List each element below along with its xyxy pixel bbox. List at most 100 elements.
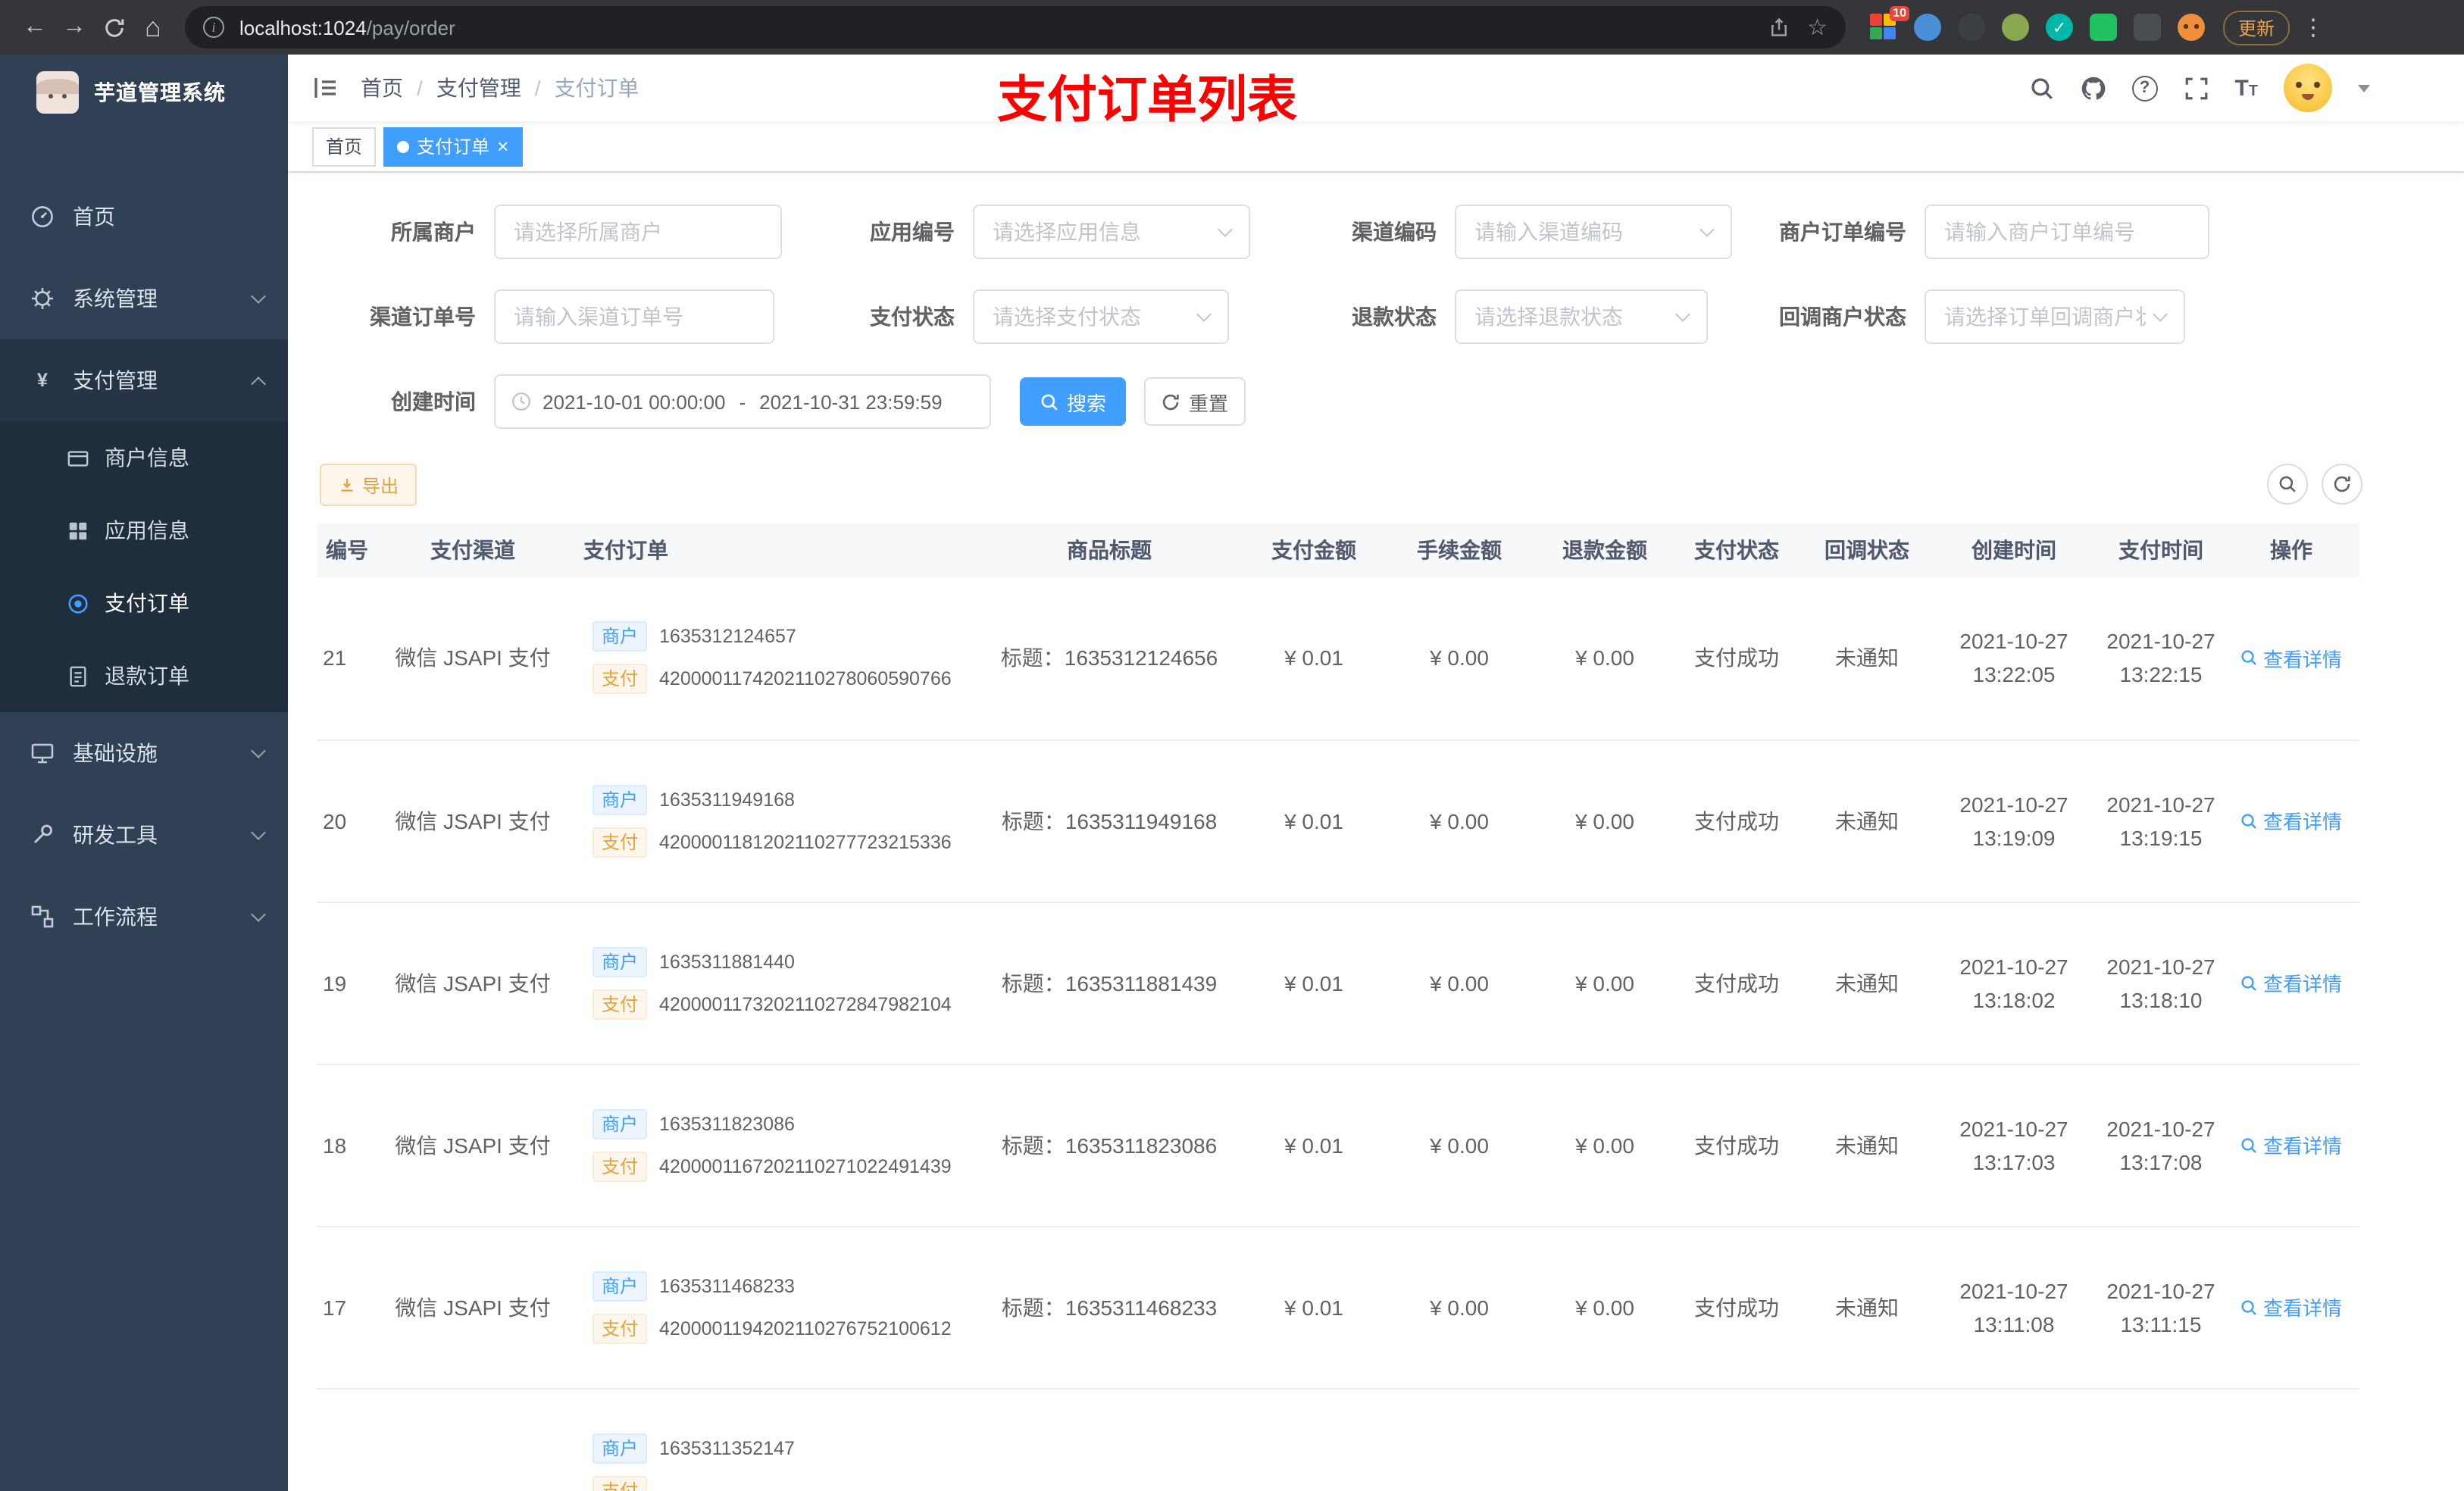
create-time-range-input[interactable]: 2021-10-01 00:00:00-2021-10-31 23:59:59 xyxy=(494,374,991,429)
extension-check-icon[interactable]: ✓ xyxy=(2046,14,2073,41)
action-cell: 查看详情 xyxy=(2223,1064,2359,1227)
channel-order-no-input[interactable]: 请输入渠道订单号 xyxy=(494,289,774,344)
help-icon[interactable]: ? xyxy=(2131,75,2158,101)
active-dot xyxy=(397,140,410,152)
chevron-down-icon[interactable] xyxy=(2358,84,2370,92)
merchant-order-no-input[interactable]: 请输入商户订单编号 xyxy=(1925,205,2209,259)
callback-status-select[interactable]: 请选择订单回调商户状态 xyxy=(1925,289,2185,344)
refund-amount-cell: ¥ 0.00 xyxy=(1541,739,1668,902)
view-detail-link[interactable]: 查看详情 xyxy=(2240,644,2342,673)
chevron-down-icon xyxy=(1675,307,1690,322)
placeholder-text: 请选择应用信息 xyxy=(993,220,1141,244)
sidebar-item-refund-order[interactable]: 退款订单 xyxy=(0,639,288,712)
close-icon[interactable]: × xyxy=(497,136,508,156)
browser-home-icon[interactable]: ⌂ xyxy=(133,8,173,47)
fullscreen-icon[interactable] xyxy=(2183,75,2209,101)
create-time-cell: 2021-10-27 13:17:03 xyxy=(1929,1064,2099,1227)
column-header-6: 退款金额 xyxy=(1541,523,1668,577)
sidebar-item-app-info[interactable]: 应用信息 xyxy=(0,494,288,567)
app-title: 芋道管理系统 xyxy=(94,80,226,105)
url-text[interactable]: localhost:1024/pay/order xyxy=(239,16,1768,39)
sidebar-item-merchant-info[interactable]: 商户信息 xyxy=(0,421,288,494)
chrome-update-button[interactable]: 更新 xyxy=(2223,10,2290,45)
merchant-input[interactable]: 请选择所属商户 xyxy=(494,205,782,259)
view-detail-link[interactable]: 查看详情 xyxy=(2240,1130,2342,1159)
search-button[interactable]: 搜索 xyxy=(1020,377,1126,426)
view-detail-link[interactable]: 查看详情 xyxy=(2240,806,2342,835)
sidebar-fold-icon[interactable] xyxy=(312,74,339,102)
column-header-7: 支付状态 xyxy=(1668,523,1805,577)
browser-back-icon[interactable]: ← xyxy=(15,8,55,47)
channel-code-label: 渠道编码 xyxy=(1352,220,1437,244)
pay-status-label: 支付状态 xyxy=(870,305,955,329)
browser-menu-icon[interactable]: ⋮ xyxy=(2302,14,2325,41)
browser-forward-icon[interactable]: → xyxy=(55,8,94,47)
pay-amount-cell: ¥ 0.01 xyxy=(1250,1226,1377,1389)
sidebar-item-payment[interactable]: ¥ 支付管理 xyxy=(0,339,288,421)
merchant-tag: 商户 xyxy=(593,784,648,814)
pay-order-cell: 商户 1635311823086 支付 42000011672021102710224… xyxy=(568,1064,968,1227)
column-header-11: 操作 xyxy=(2223,523,2359,577)
site-info-icon[interactable]: i xyxy=(203,17,224,38)
extension-green-circle-icon[interactable] xyxy=(2002,14,2029,41)
github-icon[interactable] xyxy=(2080,75,2106,101)
chevron-down-icon xyxy=(251,906,266,921)
refund-status-select[interactable]: 请选择退款状态 xyxy=(1455,289,1708,344)
pay-status-select[interactable]: 请选择支付状态 xyxy=(973,289,1229,344)
export-button[interactable]: 导出 xyxy=(320,464,417,506)
pay-time-cell: 2021-10-27 13:17:08 xyxy=(2099,1064,2223,1227)
reset-button[interactable]: 重置 xyxy=(1144,377,1246,426)
monitor-icon xyxy=(30,741,55,765)
extension-chat-icon[interactable] xyxy=(2090,14,2117,41)
bookmark-star-icon[interactable]: ☆ xyxy=(1807,14,1828,41)
chevron-down-icon xyxy=(251,742,266,758)
placeholder-text: 请输入渠道订单号 xyxy=(514,305,683,329)
tab-home[interactable]: 首页 xyxy=(312,127,377,166)
sidebar-item-workflow[interactable]: 工作流程 xyxy=(0,876,288,958)
wrench-icon xyxy=(30,823,55,847)
tab-pay-order[interactable]: 支付订单 × xyxy=(383,127,523,166)
share-icon[interactable] xyxy=(1768,17,1789,38)
page-annotation-title: 支付订单列表 xyxy=(997,71,1297,127)
breadcrumb-separator: / xyxy=(417,76,423,100)
extension-blue-drop-icon[interactable] xyxy=(1914,14,1941,41)
extension-square-icon[interactable] xyxy=(2134,14,2161,41)
sidebar-item-pay-order[interactable]: 支付订单 xyxy=(0,567,288,639)
placeholder-text: 请输入渠道编码 xyxy=(1474,220,1623,244)
extension-dark-circle-icon[interactable] xyxy=(1958,14,1985,41)
pay-order-cell: 商户 1635311949168 支付 42000011812021102777232… xyxy=(568,739,968,902)
view-detail-link[interactable]: 查看详情 xyxy=(2240,968,2342,997)
sidebar-item-dev-tools[interactable]: 研发工具 xyxy=(0,794,288,876)
pay-status-cell: 支付成功 xyxy=(1668,1064,1805,1227)
refresh-table-button[interactable] xyxy=(2322,464,2362,505)
table-row: 17 微信 JSAPI 支付 商户 1635311468233 支付 42000011… xyxy=(317,1226,2359,1389)
placeholder-text: 请选择退款状态 xyxy=(1474,305,1623,329)
sidebar-item-home[interactable]: 首页 xyxy=(0,176,288,258)
sidebar-item-infrastructure[interactable]: 基础设施 xyxy=(0,712,288,794)
app-no-select[interactable]: 请选择应用信息 xyxy=(973,205,1250,259)
column-header-5: 手续金额 xyxy=(1377,523,1541,577)
notify-status-cell: 未通知 xyxy=(1805,1064,1929,1227)
user-avatar[interactable] xyxy=(2284,64,2332,112)
toggle-search-button[interactable] xyxy=(2267,464,2308,505)
pay-channel-cell: 微信 JSAPI 支付 xyxy=(377,1226,568,1389)
view-detail-link[interactable]: 查看详情 xyxy=(2240,1293,2342,1321)
range-start-value: 2021-10-01 00:00:00 xyxy=(543,390,726,413)
browser-refresh-icon[interactable] xyxy=(94,8,133,47)
search-icon[interactable] xyxy=(2028,75,2054,101)
pay-status-cell: 支付成功 xyxy=(1668,739,1805,902)
channel-code-select[interactable]: 请输入渠道编码 xyxy=(1455,205,1732,259)
profile-avatar[interactable] xyxy=(2178,14,2205,41)
sidebar-item-label: 研发工具 xyxy=(73,823,158,847)
app-logo[interactable]: 芋道管理系统 xyxy=(0,55,288,130)
notify-status-cell: 未通知 xyxy=(1805,739,1929,902)
pay-tag: 支付 xyxy=(593,827,648,857)
create-time-cell: 2021-10-27 13:18:02 xyxy=(1929,902,2099,1064)
sidebar-item-system[interactable]: 系统管理 xyxy=(0,258,288,339)
font-size-icon[interactable]: TT xyxy=(2234,75,2258,101)
create-time-label: 创建时间 xyxy=(391,389,476,414)
breadcrumb-pay-manage[interactable]: 支付管理 xyxy=(436,73,521,103)
address-bar[interactable]: i localhost:1024/pay/order ☆ xyxy=(185,6,1846,48)
breadcrumb-home[interactable]: 首页 xyxy=(361,73,403,103)
extension-grid-icon[interactable]: 10 xyxy=(1870,6,1909,41)
